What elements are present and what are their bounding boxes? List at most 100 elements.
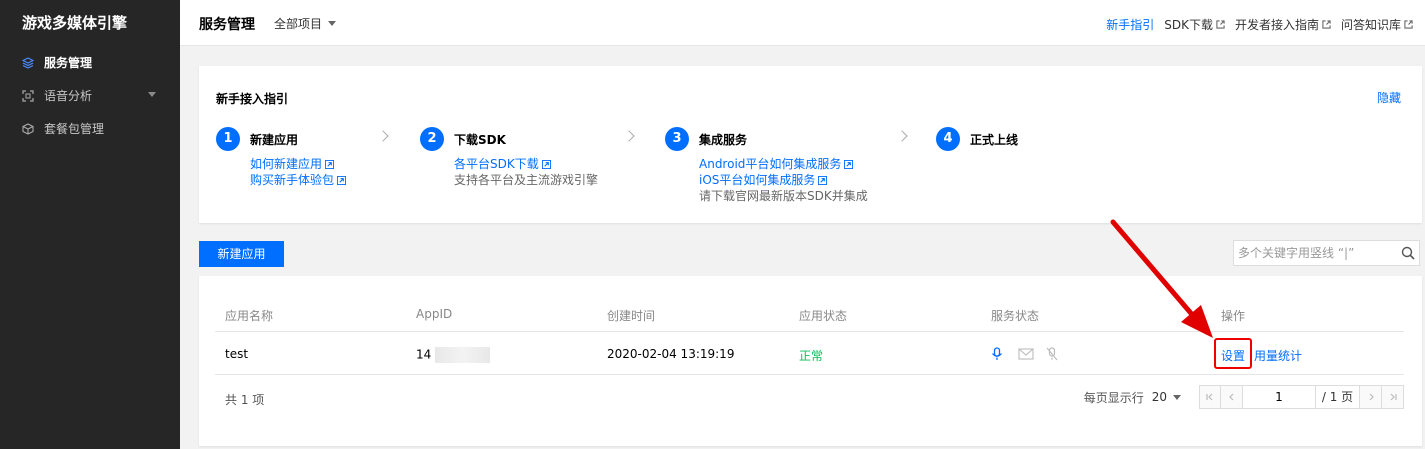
search-icon[interactable]: [1401, 246, 1415, 260]
page-number-input[interactable]: 1: [1243, 385, 1316, 409]
guide-title: 新手接入指引: [216, 92, 289, 106]
external-link-icon: [1216, 20, 1225, 29]
product-brand: 游戏多媒体引擎: [22, 14, 128, 32]
chevron-down-icon: [328, 21, 337, 26]
link-label: iOS平台如何集成服务: [699, 173, 816, 187]
chevron-right-icon: [896, 130, 908, 142]
external-link-icon: [1404, 20, 1413, 29]
top-header: 服务管理 全部项目 新手指引 SDK下载 开发者接入指南 问答知识库: [180, 0, 1425, 46]
highlight-box: [1214, 338, 1252, 369]
chevron-left-icon: [1228, 393, 1233, 401]
redacted-block: [435, 347, 491, 363]
buy-trial-package-link[interactable]: 购买新手体验包: [250, 172, 347, 188]
link-label: Android平台如何集成服务: [699, 157, 842, 171]
step-title: 集成服务: [699, 133, 748, 147]
next-page-button[interactable]: [1360, 385, 1382, 409]
step-title: 下载SDK: [454, 133, 506, 147]
column-header-actions: 操作: [1221, 309, 1246, 323]
link-label: SDK下载: [1164, 18, 1213, 32]
external-link-icon: [325, 159, 335, 169]
external-link-icon: [844, 159, 854, 169]
external-link-icon: [1322, 20, 1331, 29]
faq-link[interactable]: 问答知识库: [1341, 16, 1413, 33]
step-number: 2: [420, 127, 444, 151]
sdk-download-platforms-link[interactable]: 各平台SDK下载: [454, 156, 598, 172]
new-app-button[interactable]: 新建应用: [199, 241, 284, 267]
developer-guide-link[interactable]: 开发者接入指南: [1235, 16, 1331, 33]
table-row: test 14 2020-02-04 13:19:19 正常 设置 用量统计: [215, 332, 1404, 375]
sidebar-item-label: 服务管理: [44, 56, 93, 70]
external-link-icon: [337, 175, 347, 185]
created-time: 2020-02-04 13:19:19: [607, 347, 735, 361]
search-input[interactable]: [1234, 241, 1394, 265]
column-header-created-time: 创建时间: [607, 309, 656, 323]
column-header-app-status: 应用状态: [799, 309, 848, 323]
step-description: 支持各平台及主流游戏引擎: [454, 173, 599, 187]
step-title: 正式上线: [970, 133, 1019, 147]
link-label: 购买新手体验包: [250, 173, 335, 187]
chevron-down-icon: [1173, 394, 1181, 400]
mail-icon[interactable]: [1018, 347, 1034, 360]
table-footer: 共 1 项 每页显示行 20 1 / 1 页: [215, 375, 1404, 421]
layers-icon: [22, 56, 34, 69]
mic-off-icon[interactable]: [1046, 346, 1058, 360]
sdk-download-link[interactable]: SDK下载: [1164, 16, 1225, 33]
project-select-value: 全部项目: [274, 17, 323, 31]
chevron-right-icon: [1369, 393, 1374, 401]
link-label: 新手指引: [1106, 18, 1155, 32]
header-links: 新手指引 SDK下载 开发者接入指南 问答知识库: [1096, 16, 1413, 33]
total-count: 共 1 项: [225, 393, 265, 407]
per-page-value: 20: [1151, 390, 1167, 404]
step-description: 请下载官网最新版本SDK并集成: [699, 189, 868, 203]
step-number: 3: [665, 127, 689, 151]
search-box: [1233, 240, 1420, 266]
sidebar-item-package-management[interactable]: 套餐包管理: [0, 112, 180, 145]
android-integration-link[interactable]: Android平台如何集成服务: [699, 156, 868, 172]
link-label: 各平台SDK下载: [454, 157, 539, 171]
app-id: 14: [416, 347, 491, 363]
column-header-appid: AppID: [416, 307, 453, 321]
scan-icon: [22, 89, 34, 102]
step-number: 1: [216, 127, 240, 151]
step-title: 新建应用: [250, 133, 299, 147]
external-link-icon: [818, 175, 828, 185]
page-total: / 1 页: [1316, 385, 1360, 409]
microphone-icon[interactable]: [991, 346, 1003, 360]
sidebar-item-service-management[interactable]: 服务管理: [0, 46, 180, 79]
column-header-service-status: 服务状态: [991, 309, 1040, 323]
onboarding-guide-card: 新手接入指引 隐藏 1 新建应用 如何新建应用 购买新手体验包 2 下载SDK …: [199, 66, 1422, 223]
ios-integration-link[interactable]: iOS平台如何集成服务: [699, 172, 868, 188]
beginner-guide-link[interactable]: 新手指引: [1106, 16, 1154, 33]
sidebar: 游戏多媒体引擎 服务管理 语音分析 套餐包管理: [0, 0, 180, 449]
sidebar-item-voice-analysis[interactable]: 语音分析: [0, 79, 180, 112]
last-page-button[interactable]: [1382, 385, 1404, 409]
chevron-right-icon: [377, 130, 389, 142]
prev-page-button[interactable]: [1221, 385, 1243, 409]
sidebar-item-label: 语音分析: [44, 89, 93, 103]
pagination: 每页显示行 20 1 / 1 页: [1084, 385, 1404, 409]
hide-guide-link[interactable]: 隐藏: [1377, 89, 1401, 106]
link-label: 问答知识库: [1340, 18, 1401, 32]
column-header-app-name: 应用名称: [225, 309, 274, 323]
link-label: 如何新建应用: [250, 157, 323, 171]
app-name: test: [225, 347, 249, 361]
first-page-icon: [1206, 393, 1213, 401]
step-number: 4: [936, 127, 960, 151]
app-table-card: 应用名称 AppID 创建时间 应用状态 服务状态 操作 test 14 202…: [199, 276, 1422, 446]
per-page-select[interactable]: 20: [1152, 390, 1181, 404]
app-id-prefix: 14: [416, 347, 432, 362]
per-page-label: 每页显示行: [1083, 390, 1144, 405]
first-page-button[interactable]: [1199, 385, 1221, 409]
sidebar-item-label: 套餐包管理: [44, 122, 105, 136]
link-label: 开发者接入指南: [1234, 18, 1319, 32]
package-icon: [22, 122, 34, 135]
usage-stats-action-link[interactable]: 用量统计: [1254, 347, 1302, 364]
chevron-down-icon: [148, 92, 156, 97]
chevron-right-icon: [623, 130, 635, 142]
project-select[interactable]: 全部项目: [274, 15, 337, 32]
page-title: 服务管理: [199, 17, 255, 33]
how-to-create-app-link[interactable]: 如何新建应用: [250, 156, 346, 172]
external-link-icon: [541, 159, 551, 169]
table-header: 应用名称 AppID 创建时间 应用状态 服务状态 操作: [215, 296, 1404, 332]
app-status-badge: 正常: [799, 349, 824, 363]
